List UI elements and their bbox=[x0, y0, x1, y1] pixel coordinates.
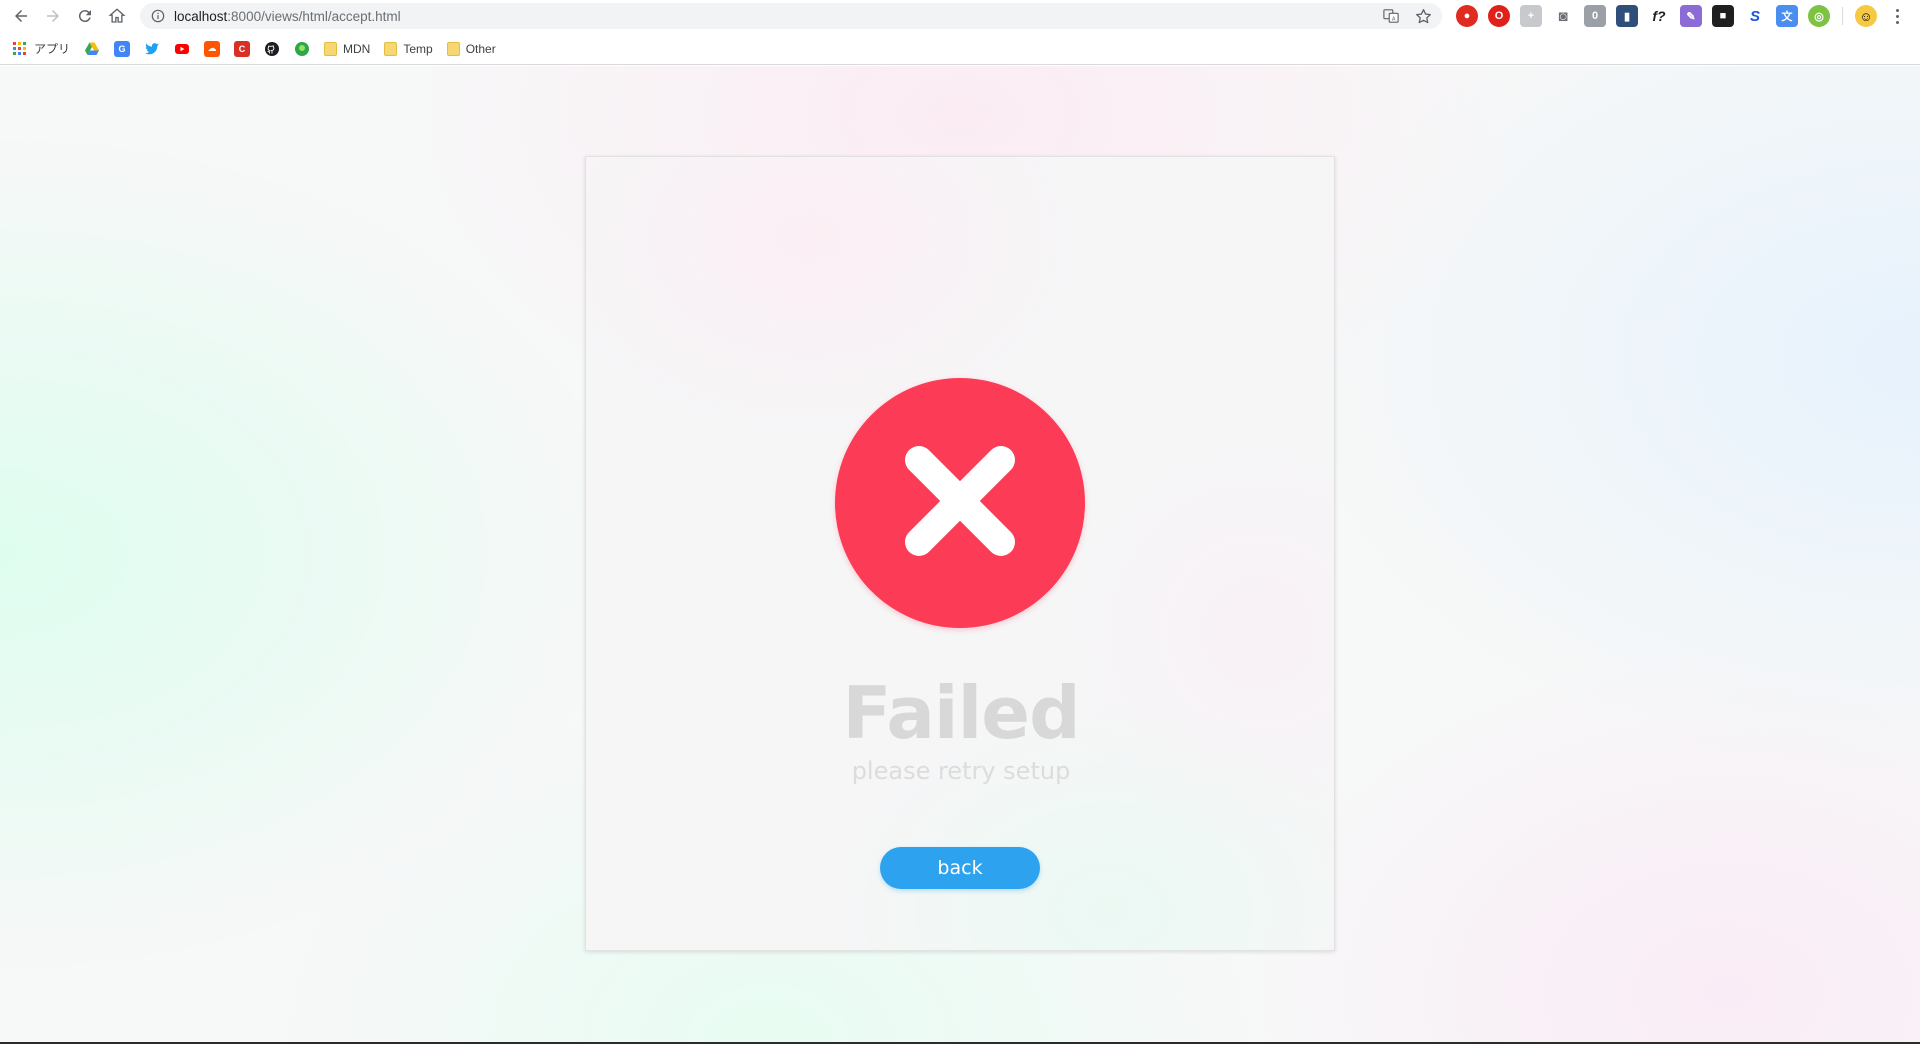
google-drive-icon bbox=[84, 41, 100, 57]
bookmark-github[interactable] bbox=[264, 37, 280, 61]
bookmark-twitter[interactable] bbox=[144, 37, 160, 61]
book-extension-icon[interactable]: ▮ bbox=[1616, 5, 1638, 27]
number-extension-icon[interactable]: 0 bbox=[1584, 5, 1606, 27]
github-icon bbox=[264, 41, 280, 57]
bookmark-youtube[interactable] bbox=[174, 37, 190, 61]
star-icon[interactable] bbox=[1414, 7, 1432, 25]
bookmarks-bar: アプリ G ☁ C MDN Temp Other bbox=[0, 33, 1920, 65]
close-icon bbox=[905, 446, 1015, 556]
bookmark-label: Other bbox=[465, 41, 496, 56]
bookmark-soundcloud[interactable]: ☁ bbox=[204, 37, 221, 61]
result-card: Failed please retry setup back bbox=[585, 156, 1335, 951]
browser-toolbar: localhost:8000/views/html/accept.html A … bbox=[0, 0, 1920, 32]
translate-icon[interactable]: A bbox=[1382, 7, 1400, 25]
bookmark-google-drive[interactable] bbox=[84, 37, 100, 61]
back-button[interactable]: back bbox=[880, 847, 1040, 889]
plus-extension-icon[interactable]: + bbox=[1520, 5, 1542, 27]
arrow-left-icon bbox=[15, 10, 27, 22]
address-bar[interactable]: localhost:8000/views/html/accept.html A bbox=[140, 3, 1442, 29]
home-icon bbox=[108, 8, 126, 23]
reload-button[interactable] bbox=[69, 0, 101, 32]
bookmark-label: Temp bbox=[403, 41, 433, 56]
dark-extension-icon[interactable]: ■ bbox=[1712, 5, 1734, 27]
formula-extension-icon[interactable]: f? bbox=[1648, 5, 1670, 27]
apps-grid-icon bbox=[12, 41, 28, 57]
svg-text:A: A bbox=[1392, 16, 1396, 22]
profile-avatar-icon[interactable]: ☺ bbox=[1855, 5, 1877, 27]
soundcloud-icon: ☁ bbox=[204, 40, 221, 57]
page-background: Failed please retry setup back bbox=[0, 66, 1920, 1042]
google-translate-icon: G bbox=[114, 40, 131, 57]
red-extension-icon[interactable]: ● bbox=[1456, 5, 1478, 27]
bookmark-google-translate[interactable]: G bbox=[114, 37, 131, 61]
translate-extension-icon[interactable]: 文 bbox=[1776, 5, 1798, 27]
folder-icon bbox=[446, 41, 460, 56]
info-icon[interactable] bbox=[150, 8, 166, 24]
bookmark-calendar[interactable]: C bbox=[234, 37, 251, 61]
back-nav-button[interactable] bbox=[5, 0, 37, 32]
home-button[interactable] bbox=[101, 0, 133, 32]
bookmark-folder-other[interactable]: Other bbox=[446, 37, 496, 61]
bookmark-label: MDN bbox=[343, 41, 371, 56]
arrow-right-icon bbox=[47, 10, 59, 22]
bookmark-folder-mdn[interactable]: MDN bbox=[324, 37, 370, 61]
calendar-icon: C bbox=[234, 40, 251, 57]
twitter-icon bbox=[144, 41, 160, 57]
camera-icon[interactable]: ◙ bbox=[1552, 5, 1574, 27]
url-path: :8000/views/html/accept.html bbox=[227, 8, 401, 24]
url-host: localhost bbox=[174, 8, 228, 24]
extensions-bar: ● O + ◙ 0 ▮ f? ✎ ■ S 文 ◎ ☺ bbox=[1456, 5, 1907, 27]
bookmark-apps[interactable]: アプリ bbox=[12, 37, 70, 61]
folder-icon bbox=[324, 41, 338, 56]
bookmark-label: アプリ bbox=[34, 42, 71, 56]
s-extension-icon[interactable]: S bbox=[1744, 5, 1766, 27]
bookmark-green-app[interactable] bbox=[294, 37, 310, 61]
x-circle-icon bbox=[835, 378, 1085, 628]
bookmark-folder-temp[interactable]: Temp bbox=[384, 37, 433, 61]
result-subtitle: please retry setup bbox=[851, 757, 1071, 785]
forward-nav-button[interactable] bbox=[37, 0, 69, 32]
more-menu-icon[interactable] bbox=[1887, 5, 1907, 27]
youtube-icon bbox=[174, 41, 190, 57]
opera-extension-icon[interactable]: O bbox=[1488, 5, 1510, 27]
green-app-icon bbox=[294, 41, 310, 57]
reload-icon bbox=[78, 10, 91, 23]
eyedropper-icon[interactable]: ✎ bbox=[1680, 5, 1702, 27]
toolbar-divider bbox=[1842, 7, 1843, 25]
green-extension-icon[interactable]: ◎ bbox=[1808, 5, 1830, 27]
folder-icon bbox=[384, 41, 398, 56]
result-title: Failed bbox=[842, 671, 1080, 755]
